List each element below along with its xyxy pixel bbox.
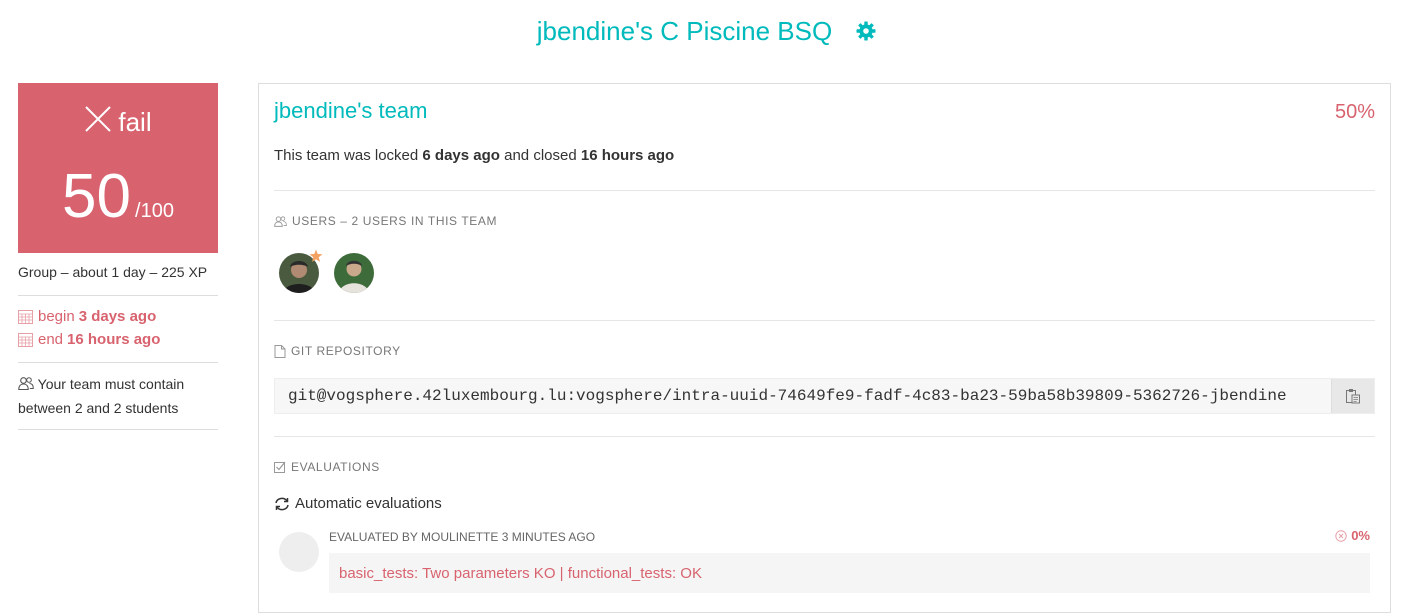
locked-when: 6 days ago (422, 147, 500, 164)
page-header: jbendine's C Piscine BSQ (0, 10, 1413, 52)
end-value: 16 hours ago (67, 331, 161, 348)
git-section-label: GIT REPOSITORY (291, 344, 401, 358)
evaluation-result: basic_tests: Two parameters KO | functio… (329, 553, 1370, 593)
star-icon (309, 249, 323, 263)
score-max: /100 (135, 200, 174, 222)
git-url[interactable]: git@vogsphere.42luxembourg.lu:vogsphere/… (288, 387, 1287, 405)
checkbox-icon (274, 461, 286, 473)
git-repository-field[interactable]: git@vogsphere.42luxembourg.lu:vogsphere/… (274, 378, 1375, 414)
automatic-evaluations-label: Automatic evaluations (295, 495, 442, 512)
end-label: end (38, 331, 64, 348)
project-dates: begin 3 days ago end 16 hours ago (18, 305, 160, 351)
copy-button[interactable] (1331, 379, 1374, 413)
project-meta: Group – about 1 day – 225 XP (18, 264, 208, 280)
file-icon (274, 344, 286, 358)
users-section-label: USERS – 2 USERS IN THIS TEAM (292, 214, 498, 228)
page-title: jbendine's C Piscine BSQ (536, 15, 833, 46)
team-lock-status: This team was locked 6 days ago and clos… (274, 147, 674, 164)
git-section-title: GIT REPOSITORY (274, 344, 401, 358)
users-icon (274, 215, 287, 227)
user-avatar[interactable] (334, 253, 374, 293)
evaluation-percent: 0% (1335, 528, 1370, 543)
team-name[interactable]: jbendine's team (274, 98, 427, 124)
begin-row: begin 3 days ago (18, 305, 160, 328)
divider (18, 362, 218, 363)
closed-when: 16 hours ago (580, 147, 675, 164)
status-line: fail (18, 105, 218, 140)
team-panel: jbendine's team 50% This team was locked… (258, 83, 1391, 613)
divider (274, 436, 1375, 437)
team-percent: 50% (1334, 101, 1375, 123)
begin-value: 3 days ago (78, 308, 157, 325)
lock-middle: and closed (504, 147, 577, 164)
team-rule-text: Your team must contain between 2 and 2 s… (18, 376, 185, 416)
evaluator-avatar (279, 532, 319, 572)
end-row: end 16 hours ago (18, 328, 160, 351)
divider (18, 429, 218, 430)
team-rule: Your team must contain between 2 and 2 s… (18, 373, 218, 420)
close-icon (84, 105, 112, 140)
lock-prefix: This team was locked (274, 147, 419, 164)
divider (274, 320, 1375, 321)
evaluated-by: EVALUATED BY MOULINETTE 3 MINUTES AGO (329, 530, 596, 544)
calendar-icon (18, 309, 33, 324)
evaluations-section-label: EVALUATIONS (291, 460, 380, 474)
fail-circle-icon (1335, 529, 1347, 542)
users-icon (18, 374, 34, 397)
score-box: fail 50/100 (18, 83, 218, 253)
evaluation-percent-value: 0% (1351, 528, 1370, 543)
evaluations-section-title: EVALUATIONS (274, 460, 380, 474)
clipboard-icon (1346, 389, 1360, 404)
divider (18, 295, 218, 296)
divider (274, 190, 1375, 191)
gear-icon[interactable] (856, 21, 876, 41)
status-label: fail (118, 107, 152, 137)
automatic-evaluations: Automatic evaluations (274, 495, 442, 512)
begin-label: begin (38, 308, 75, 325)
calendar-icon (18, 332, 33, 347)
score-line: 50/100 (18, 161, 218, 232)
users-section-title: USERS – 2 USERS IN THIS TEAM (274, 214, 497, 228)
refresh-icon (275, 497, 289, 510)
score-value: 50 (62, 162, 132, 231)
